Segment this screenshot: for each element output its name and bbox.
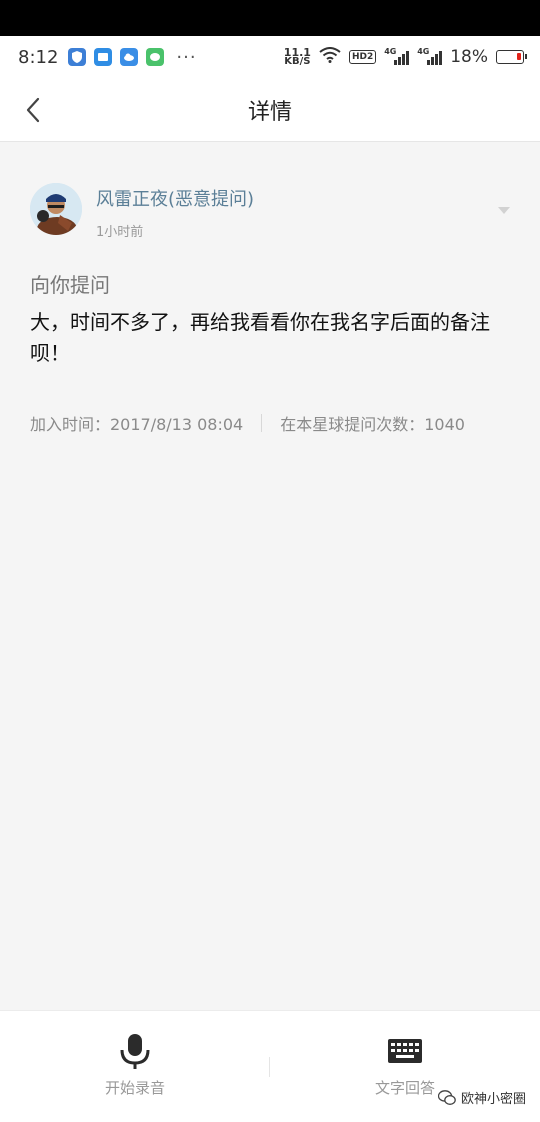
back-button[interactable] bbox=[22, 96, 46, 124]
network-speed: 11.1 KB/S bbox=[283, 46, 311, 67]
ask-count: 在本星球提问次数：1040 bbox=[280, 415, 465, 434]
post-time: 1小时前 bbox=[96, 225, 144, 240]
keyboard-icon bbox=[388, 1039, 422, 1063]
start-recording-button[interactable]: 开始录音 bbox=[0, 1011, 270, 1122]
wechat-icon bbox=[438, 1089, 456, 1105]
user-row: 风雷正夜(恶意提问) 1小时前 bbox=[30, 183, 254, 240]
wifi-icon bbox=[319, 47, 341, 67]
signal-icon: 4G bbox=[384, 47, 410, 65]
watermark-text: 欧神小密圈 bbox=[461, 1092, 527, 1107]
text-answer-label: 文字回答 bbox=[374, 1079, 435, 1097]
page-title: 详情 bbox=[247, 99, 292, 125]
cloud-app-icon bbox=[120, 48, 139, 66]
question-text: 大，时间不多了，再给我看看你在我名字后面的备注呗！ bbox=[30, 310, 490, 365]
top-black-bar bbox=[0, 0, 540, 36]
signal-icon-2: 4G bbox=[417, 47, 443, 65]
meta-divider bbox=[261, 414, 263, 432]
question-meta: 加入时间：2017/8/13 08:04 在本星球提问次数：1040 bbox=[30, 411, 465, 435]
battery-percent: 18% bbox=[450, 47, 488, 67]
chevron-left-icon bbox=[26, 97, 40, 123]
overflow-dots: ··· bbox=[176, 46, 197, 68]
username[interactable]: 风雷正夜(恶意提问) bbox=[96, 185, 254, 211]
question-detail: 风雷正夜(恶意提问) 1小时前 向你提问 大，时间不多了，再给我看看你在我名字后… bbox=[0, 143, 540, 1010]
folder-app-icon bbox=[94, 48, 113, 66]
hd-voice-badge: HD2 bbox=[348, 50, 377, 64]
avatar[interactable] bbox=[30, 183, 82, 235]
bottom-divider bbox=[269, 1057, 270, 1077]
microphone-icon bbox=[120, 1034, 150, 1069]
battery-icon bbox=[496, 50, 527, 64]
question-label: 向你提问 bbox=[30, 273, 110, 297]
nav-bar: 详情 bbox=[0, 78, 540, 142]
status-bar: 8:12 ··· 11.1 KB/S HD2 4G 4G 18% bbox=[0, 36, 540, 78]
status-time: 8:12 bbox=[18, 46, 59, 68]
join-time: 加入时间：2017/8/13 08:04 bbox=[30, 415, 244, 434]
start-recording-label: 开始录音 bbox=[104, 1079, 165, 1097]
message-app-icon bbox=[146, 48, 165, 66]
shield-app-icon bbox=[68, 48, 87, 66]
watermark: 欧神小密圈 bbox=[438, 1088, 526, 1107]
more-dropdown-icon[interactable] bbox=[498, 207, 510, 214]
